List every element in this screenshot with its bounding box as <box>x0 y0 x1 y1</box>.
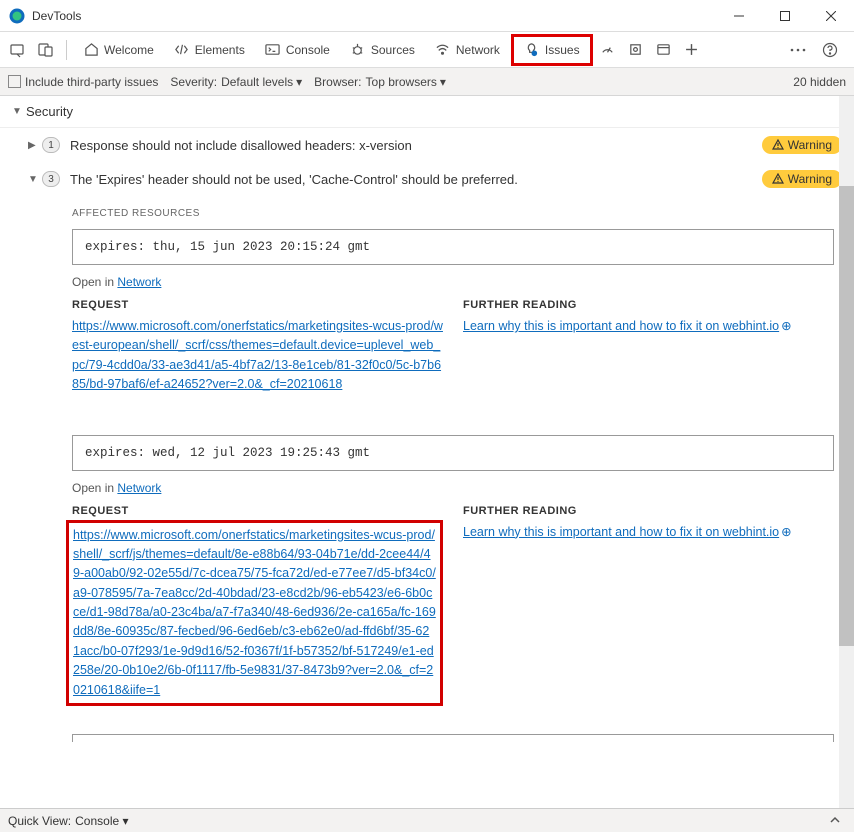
warning-badge: Warning <box>762 136 842 154</box>
open-in-row: Open in Network <box>0 269 854 299</box>
request-url-link[interactable]: https://www.microsoft.com/onerfstatics/m… <box>73 528 436 697</box>
further-reading-link[interactable]: Learn why this is important and how to f… <box>463 525 792 539</box>
highlighted-request-url: https://www.microsoft.com/onerfstatics/m… <box>66 520 443 706</box>
issue-row[interactable]: ▶ 1 Response should not include disallow… <box>0 128 854 162</box>
main-toolbar: Welcome Elements Console Sources Network… <box>0 32 854 68</box>
checkbox-label: Include third-party issues <box>25 75 158 89</box>
hidden-count[interactable]: 20 hidden <box>793 75 846 89</box>
severity-filter[interactable]: Severity:Default levels▾ <box>170 75 302 89</box>
tab-label: Issues <box>545 43 580 57</box>
affected-resources-label: AFFECTED RESOURCES <box>0 196 854 225</box>
tab-label: Network <box>456 43 500 57</box>
further-reading-label: FURTHER READING <box>463 505 834 517</box>
further-reading-link[interactable]: Learn why this is important and how to f… <box>463 319 792 333</box>
open-in-row: Open in Network <box>0 475 854 505</box>
chevron-right-icon: ▶ <box>28 140 38 151</box>
window-title: DevTools <box>32 9 716 23</box>
issues-panel: ▼ Security ▶ 1 Response should not inclu… <box>0 96 854 808</box>
count-badge: 3 <box>42 171 60 187</box>
further-reading-label: FURTHER READING <box>463 299 834 311</box>
tab-label: Welcome <box>104 43 154 57</box>
chevron-down-icon: ▾ <box>296 75 302 89</box>
separator <box>66 40 67 60</box>
tab-label: Console <box>286 43 330 57</box>
tab-network[interactable]: Network <box>425 32 510 68</box>
tab-elements[interactable]: Elements <box>164 32 255 68</box>
scrollbar-thumb[interactable] <box>839 186 854 646</box>
wifi-icon <box>435 42 451 58</box>
more-button[interactable] <box>784 36 812 64</box>
request-url-link[interactable]: https://www.microsoft.com/onerfstatics/m… <box>72 319 443 391</box>
resource-header: expires: thu, 15 jun 2023 20:15:24 gmt <box>72 229 834 265</box>
request-label: REQUEST <box>72 299 443 311</box>
close-button[interactable] <box>808 0 854 32</box>
tab-console[interactable]: Console <box>255 32 340 68</box>
memory-tab-icon[interactable] <box>622 36 650 64</box>
minimize-button[interactable] <box>716 0 762 32</box>
chevron-down-icon: ▼ <box>28 174 38 185</box>
warning-badge: Warning <box>762 170 842 188</box>
tab-label: Sources <box>371 43 415 57</box>
external-link-icon: ⊕ <box>781 317 791 336</box>
quick-view-dropdown[interactable]: Console ▾ <box>75 814 128 828</box>
bug-icon <box>350 42 366 58</box>
inspect-button[interactable] <box>4 36 32 64</box>
open-in-network-link[interactable]: Network <box>117 481 161 495</box>
quick-view-label: Quick View: <box>8 814 71 828</box>
application-tab-icon[interactable] <box>650 36 678 64</box>
home-icon <box>83 42 99 58</box>
section-security[interactable]: ▼ Security <box>0 96 854 128</box>
section-label: Security <box>26 104 73 119</box>
include-third-party-checkbox[interactable]: Include third-party issues <box>8 75 158 89</box>
help-button[interactable] <box>816 36 844 64</box>
resource-header: expires: wed, 12 jul 2023 19:25:43 gmt <box>72 435 834 471</box>
chevron-down-icon: ▾ <box>440 75 446 89</box>
edge-icon <box>8 7 26 25</box>
tab-issues[interactable]: Issues <box>511 34 593 66</box>
issue-row[interactable]: ▼ 3 The 'Expires' header should not be u… <box>0 162 854 196</box>
titlebar: DevTools <box>0 0 854 32</box>
console-icon <box>265 42 281 58</box>
issue-title: The 'Expires' header should not be used,… <box>70 172 762 187</box>
tab-label: Elements <box>195 43 245 57</box>
resource-header <box>72 734 834 742</box>
browser-filter[interactable]: Browser:Top browsers▾ <box>314 75 446 89</box>
expand-quick-view-button[interactable] <box>824 814 846 828</box>
code-icon <box>174 42 190 58</box>
tab-sources[interactable]: Sources <box>340 32 425 68</box>
request-label: REQUEST <box>72 505 443 517</box>
chevron-down-icon: ▼ <box>12 106 22 117</box>
add-tab-button[interactable] <box>678 36 706 64</box>
device-emulation-button[interactable] <box>32 36 60 64</box>
issue-title: Response should not include disallowed h… <box>70 138 762 153</box>
maximize-button[interactable] <box>762 0 808 32</box>
count-badge: 1 <box>42 137 60 153</box>
tab-welcome[interactable]: Welcome <box>73 32 164 68</box>
performance-tab-icon[interactable] <box>594 36 622 64</box>
open-in-network-link[interactable]: Network <box>117 275 161 289</box>
external-link-icon: ⊕ <box>781 523 791 542</box>
scrollbar[interactable] <box>839 96 854 808</box>
quick-view-bar: Quick View: Console ▾ <box>0 808 854 832</box>
filter-bar: Include third-party issues Severity:Defa… <box>0 68 854 96</box>
lightbulb-icon <box>524 42 540 58</box>
